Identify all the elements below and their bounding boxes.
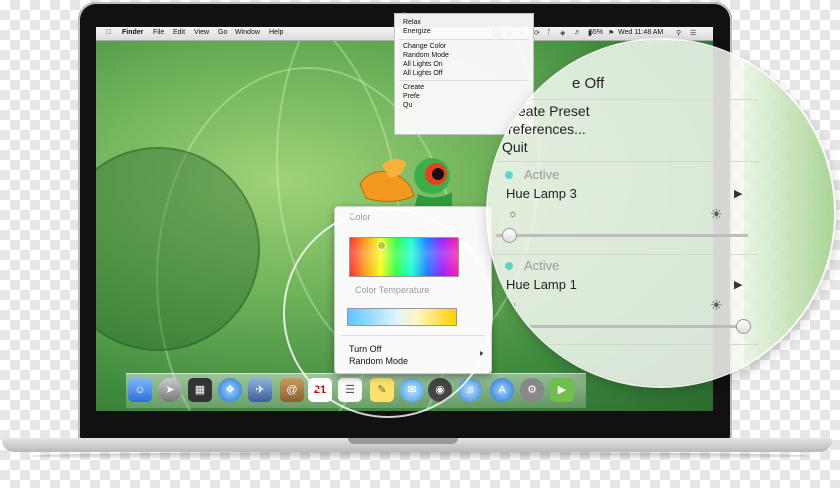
- frog-illustration: [359, 158, 452, 216]
- lens-menu-preferences[interactable]: references...: [508, 121, 586, 137]
- menu-help[interactable]: Help: [269, 29, 283, 36]
- lens-menu-quit[interactable]: Quit: [502, 139, 528, 155]
- mail-icon[interactable]: ✈: [248, 378, 272, 402]
- menu-item-preferences[interactable]: Prefe: [403, 93, 420, 100]
- lamp-3-arrow-icon[interactable]: ▶: [734, 187, 742, 200]
- messages-icon[interactable]: ✉: [400, 378, 424, 402]
- finder-icon[interactable]: ☺: [128, 378, 152, 402]
- menu-window[interactable]: Window: [235, 29, 260, 36]
- lens-separator: [488, 344, 758, 345]
- menu-finder[interactable]: Finder: [122, 29, 143, 36]
- lamp-3-status-dot: [505, 171, 513, 179]
- magnifier-lens: e Off eate Preset references... Quit Act…: [488, 40, 834, 386]
- lamp-1-status-dot: [505, 262, 513, 270]
- lamp-1-slider-knob[interactable]: [735, 319, 751, 334]
- menu-view[interactable]: View: [194, 29, 209, 36]
- color-popup: Color Color Temperature Turn Off Random …: [334, 206, 492, 374]
- wifi-icon[interactable]: ◈: [560, 29, 565, 37]
- lamp-1-name[interactable]: Hue Lamp 1: [506, 277, 577, 292]
- search-icon[interactable]: ⚲: [676, 29, 681, 37]
- menu-item-create-preset[interactable]: Create: [403, 84, 424, 91]
- lamp-3-status: Active: [524, 167, 560, 182]
- menu-item-random-mode[interactable]: Random Mode: [403, 52, 449, 59]
- menu-item-change-color[interactable]: Change Color: [403, 43, 446, 50]
- lens-separator: [488, 99, 758, 100]
- brightness-low-icon: ☼: [508, 299, 519, 311]
- submenu-arrow-icon: ▶: [480, 351, 485, 357]
- lens-wallpaper-edge: [744, 40, 834, 386]
- reminders-icon[interactable]: ☰: [338, 378, 362, 402]
- lamp-3-brightness-slider[interactable]: [496, 234, 748, 237]
- calendar-icon[interactable]: 21: [308, 378, 332, 402]
- mission-control-icon[interactable]: ▦: [188, 378, 212, 402]
- hue-dropdown-menu: Relax Energize Change Color Random Mode …: [394, 13, 534, 135]
- popup-separator: [341, 335, 485, 336]
- lamp-4-name[interactable]: Hue Lamp 4: [506, 368, 577, 383]
- lens-separator: [488, 161, 758, 162]
- lamp-4-arrow-icon[interactable]: ▶: [734, 369, 742, 382]
- flag-icon[interactable]: ⚑: [608, 29, 614, 37]
- lamp-1-brightness-slider[interactable]: [496, 325, 748, 328]
- laptop-notch: [348, 438, 458, 444]
- brightness-low-icon: ☼: [508, 208, 519, 220]
- bluetooth-icon[interactable]: ᚩ: [547, 29, 551, 36]
- safari-icon[interactable]: ❖: [218, 378, 242, 402]
- facetime-icon[interactable]: ◉: [428, 378, 452, 402]
- color-picker-knob[interactable]: [377, 241, 386, 250]
- itunes-icon[interactable]: ♫: [458, 378, 482, 402]
- random-mode-item[interactable]: Random Mode: [349, 356, 408, 366]
- brightness-high-icon: ☀: [710, 206, 723, 222]
- lens-menu-create-preset[interactable]: eate Preset: [518, 103, 590, 119]
- menu-edit[interactable]: Edit: [173, 29, 185, 36]
- lens-separator: [488, 254, 758, 255]
- lamp-3-name[interactable]: Hue Lamp 3: [506, 186, 577, 201]
- lens-menu-turn-off[interactable]: e Off: [572, 75, 604, 92]
- lamp-4-status-dot: [505, 353, 513, 361]
- menu-item-quit[interactable]: Qu: [403, 102, 412, 109]
- menu-separator: [399, 80, 529, 81]
- lamp-4-status: Active: [524, 349, 560, 364]
- brightness-high-icon: ☀: [710, 297, 723, 313]
- launchpad-icon[interactable]: ➤: [158, 378, 182, 402]
- color-temperature-slider[interactable]: [347, 308, 457, 326]
- volume-icon[interactable]: ♬: [574, 29, 581, 36]
- lamp-1-status: Active: [524, 258, 560, 273]
- notification-list-icon[interactable]: ☰: [690, 29, 696, 37]
- menu-go[interactable]: Go: [218, 29, 227, 36]
- contacts-icon[interactable]: @: [280, 378, 304, 402]
- menu-clock[interactable]: Wed 11:48 AM: [618, 29, 663, 36]
- menu-file[interactable]: File: [153, 29, 164, 36]
- menu-item-all-lights-on[interactable]: All Lights On: [403, 61, 443, 68]
- apple-icon[interactable]: : [106, 29, 111, 36]
- color-spectrum-picker[interactable]: [349, 237, 459, 277]
- lamp-1-arrow-icon[interactable]: ▶: [734, 278, 742, 291]
- turn-off-item[interactable]: Turn Off: [349, 344, 382, 354]
- color-temperature-label: Color Temperature: [355, 285, 430, 295]
- notes-icon[interactable]: ✎: [370, 378, 394, 402]
- menu-separator: [399, 39, 529, 40]
- laptop-shadow: [30, 452, 810, 460]
- battery-percent: 55%: [589, 29, 604, 36]
- sync-icon[interactable]: ⟳: [534, 29, 540, 37]
- menu-item-all-lights-off[interactable]: All Lights Off: [403, 70, 443, 77]
- lamp-3-slider-knob[interactable]: [501, 228, 517, 243]
- color-label: Color: [349, 212, 371, 222]
- menu-item-relax[interactable]: Relax: [403, 19, 421, 26]
- menu-item-energize[interactable]: Energize: [403, 28, 431, 35]
